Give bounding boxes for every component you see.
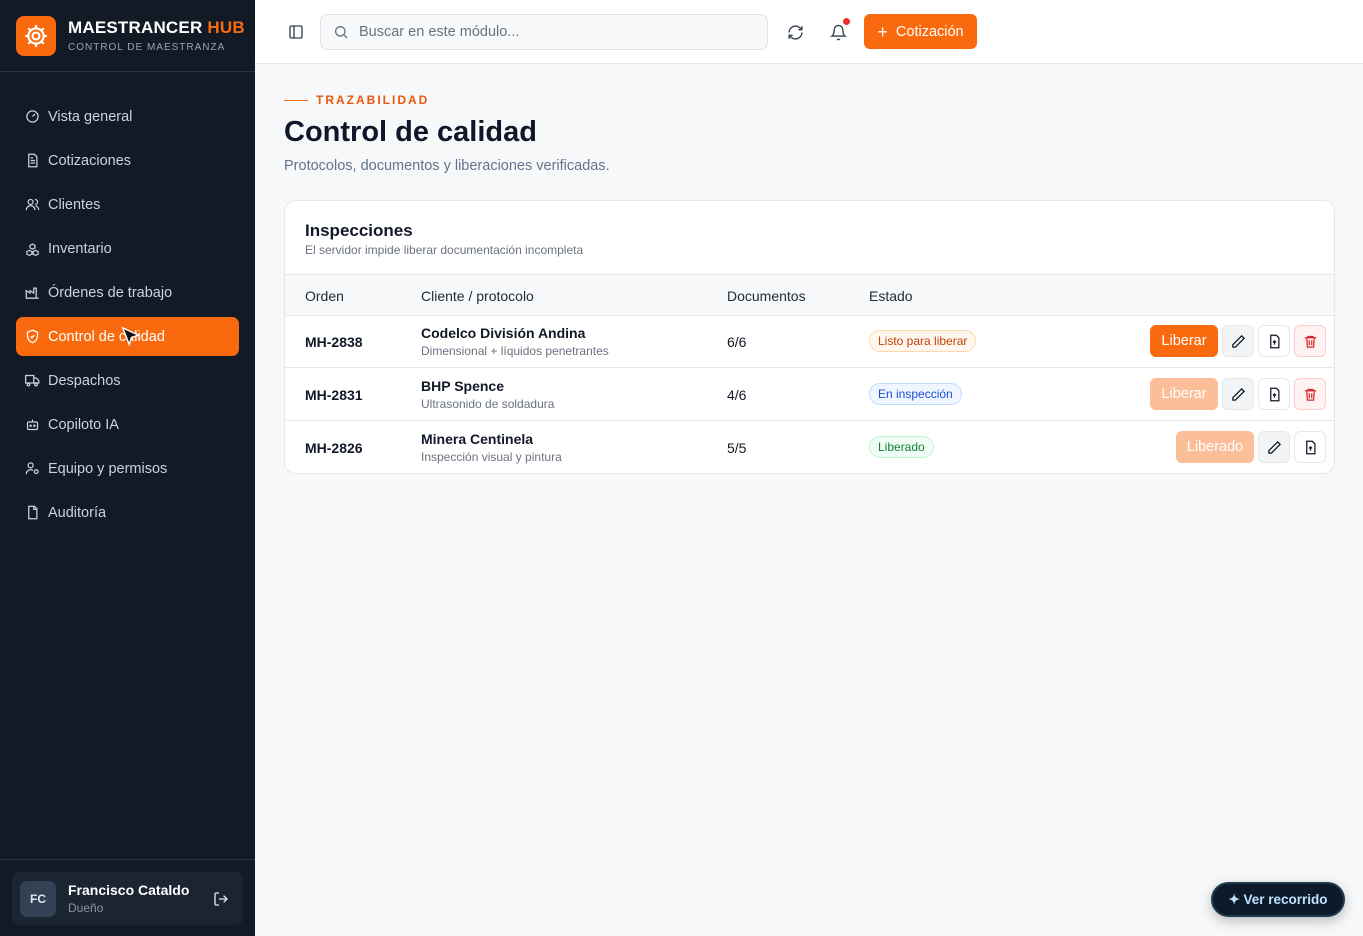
sidebar-item-label: Control de calidad [48, 328, 165, 345]
sidebar-item-ordenes[interactable]: Órdenes de trabajo [16, 273, 239, 312]
mouse-cursor-icon [121, 326, 141, 347]
file-upload-icon[interactable] [1258, 325, 1290, 357]
sidebar-item-label: Clientes [48, 196, 101, 213]
search-icon [335, 26, 348, 39]
client-name: BHP Spence [421, 378, 504, 394]
order-id: MH-2826 [305, 440, 363, 456]
user-role: Dueño [68, 901, 104, 915]
trash-icon[interactable] [1294, 325, 1326, 357]
sidebar-item-copiloto-ia[interactable]: Copiloto IA [16, 405, 239, 444]
brand-subtitle: CONTROL DE MAESTRANZA [68, 42, 226, 53]
client-name: Codelco División Andina [421, 325, 586, 341]
card-subtitle: El servidor impide liberar documentación… [305, 243, 584, 257]
search-box [320, 14, 768, 50]
bell-icon[interactable] [828, 18, 850, 42]
file-icon [25, 505, 40, 520]
file-upload-icon[interactable] [1258, 378, 1290, 410]
sidebar-item-label: Vista general [48, 108, 133, 125]
release-button[interactable]: Liberar [1150, 378, 1218, 410]
truck-icon [25, 373, 40, 388]
sidebar-item-label: Auditoría [48, 504, 107, 521]
users-icon [25, 197, 40, 212]
user-section: FC Francisco Cataldo Dueño [0, 859, 255, 936]
client-protocol: Ultrasonido de soldadura [421, 397, 555, 411]
card-title: Inspecciones [305, 221, 413, 240]
sidebar-item-cotizaciones[interactable]: Cotizaciones [16, 141, 239, 180]
column-header-estado: Estado [869, 288, 913, 304]
sidebar-item-label: Cotizaciones [48, 152, 132, 169]
user-name: Francisco Cataldo [68, 882, 190, 898]
gauge-icon [25, 109, 40, 124]
sidebar-item-label: Equipo y permisos [48, 460, 168, 477]
sidebar: MAESTRANCER HUB CONTROL DE MAESTRANZA Vi… [0, 0, 255, 936]
sidebar-item-despachos[interactable]: Despachos [16, 361, 239, 400]
column-header-cliente: Cliente / protocolo [421, 288, 534, 304]
sidebar-item-vista-general[interactable]: Vista general [16, 97, 239, 136]
column-header-documentos: Documentos [727, 288, 806, 304]
sidebar-item-label: Órdenes de trabajo [48, 284, 173, 301]
table-row: MH-2831 BHP Spence Ultrasonido de soldad… [285, 368, 1334, 421]
topbar: + Cotización [255, 0, 1363, 64]
table-row: MH-2826 Minera Centinela Inspección visu… [285, 421, 1334, 473]
user-card: FC Francisco Cataldo Dueño [12, 872, 243, 925]
order-id: MH-2838 [305, 334, 363, 350]
documents-count: 4/6 [727, 387, 747, 403]
documents-count: 6/6 [727, 334, 747, 350]
search-input[interactable] [359, 24, 759, 40]
sidebar-item-label: Inventario [48, 240, 112, 257]
inspections-card: Inspecciones El servidor impide liberar … [284, 200, 1335, 474]
user-cog-icon [25, 461, 40, 476]
trash-icon[interactable] [1294, 378, 1326, 410]
tour-button[interactable]: ✦ Ver recorrido [1211, 882, 1345, 917]
status-badge: Liberado [869, 436, 934, 458]
client-protocol: Dimensional + líquidos penetrantes [421, 344, 609, 358]
brand: MAESTRANCER HUB CONTROL DE MAESTRANZA [0, 0, 255, 72]
table-row: MH-2838 Codelco División Andina Dimensio… [285, 315, 1334, 368]
table-header: Orden Cliente / protocolo Documentos Est… [285, 274, 1334, 316]
shield-check-icon [25, 329, 40, 344]
plus-icon: + [877, 21, 888, 42]
sidebar-toggle-icon[interactable] [286, 22, 306, 42]
edit-icon[interactable] [1258, 431, 1290, 463]
edit-icon[interactable] [1222, 325, 1254, 357]
factory-icon [25, 285, 40, 300]
order-id: MH-2831 [305, 387, 363, 403]
gear-logo-icon [16, 15, 56, 56]
boxes-icon [25, 241, 40, 256]
page-subtitle: Protocolos, documentos y liberaciones ve… [284, 158, 610, 174]
document-icon [25, 153, 40, 168]
sidebar-item-clientes[interactable]: Clientes [16, 185, 239, 224]
documents-count: 5/5 [727, 440, 747, 456]
status-badge: Listo para liberar [869, 330, 977, 352]
status-badge: En inspección [869, 383, 962, 405]
column-header-orden: Orden [305, 288, 344, 304]
eyebrow: TRAZABILIDAD [284, 93, 429, 107]
refresh-icon[interactable] [785, 22, 805, 42]
edit-icon[interactable] [1222, 378, 1254, 410]
client-protocol: Inspección visual y pintura [421, 450, 562, 464]
file-upload-icon[interactable] [1294, 431, 1326, 463]
sidebar-item-auditoria[interactable]: Auditoría [16, 493, 239, 532]
release-button[interactable]: Liberar [1150, 325, 1218, 357]
released-button[interactable]: Liberado [1176, 431, 1254, 463]
avatar: FC [20, 880, 56, 917]
new-cotizacion-button[interactable]: + Cotización [864, 14, 977, 49]
page-title: Control de calidad [284, 116, 537, 148]
logout-icon[interactable] [211, 889, 231, 909]
client-name: Minera Centinela [421, 431, 534, 447]
notification-dot [843, 18, 850, 25]
sidebar-nav: Vista general Cotizaciones Clientes Inve… [16, 97, 239, 537]
sidebar-item-label: Copiloto IA [48, 416, 119, 433]
sidebar-item-inventario[interactable]: Inventario [16, 229, 239, 268]
sidebar-item-label: Despachos [48, 372, 121, 389]
brand-name: MAESTRANCER HUB [68, 18, 245, 37]
bot-icon [25, 417, 40, 432]
sidebar-item-equipo-permisos[interactable]: Equipo y permisos [16, 449, 239, 488]
